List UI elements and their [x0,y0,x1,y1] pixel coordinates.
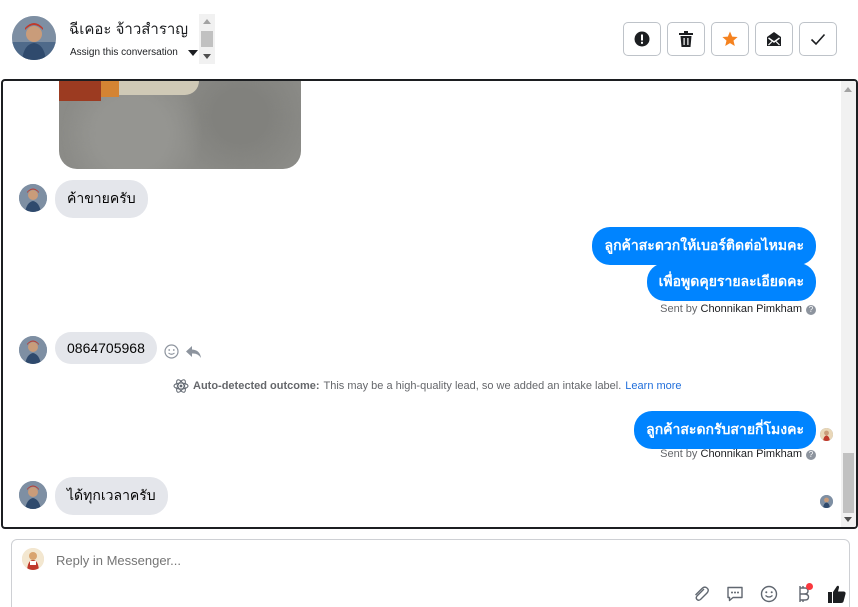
like-icon [828,585,846,603]
conversation-header: ฉีเคอะ จ้าวสำราญ Assign this conversatio… [0,0,858,78]
seen-receipt-avatar [820,495,833,508]
sent-by-agent: Chonnikan Pimkham [700,303,803,315]
sent-by-label: Sent by Chonnikan Pimkham? [660,303,816,315]
scroll-thumb[interactable] [843,453,854,513]
help-icon[interactable]: ? [806,305,816,315]
avatar-image [19,184,47,212]
sent-by-prefix: Sent by [660,303,698,315]
avatar-image [19,336,47,364]
avatar-image [820,495,833,508]
outcome-text: This may be a high-quality lead, so we a… [323,380,622,392]
mark-done-button[interactable] [799,22,837,56]
atom-icon [173,379,189,393]
payment-button[interactable] [792,583,814,605]
scroll-up-arrow-icon[interactable] [844,87,852,92]
avatar-image [22,548,44,570]
avatar-image [19,481,47,509]
star-icon [722,31,738,46]
contact-name[interactable]: ฉีเคอะ จ้าวสำราญ [69,17,188,41]
sent-by-prefix: Sent by [660,448,698,460]
thread-scrollbar[interactable] [841,81,856,527]
photo-detail [101,81,119,97]
composer-tools [690,583,848,605]
scroll-up-arrow-icon[interactable] [203,19,211,24]
message-bubble-outgoing[interactable]: ลูกค้าสะดกรับสายกี่โมงคะ [634,411,816,449]
delete-button[interactable] [667,22,705,56]
contact-avatar[interactable] [12,16,56,60]
emoji-icon [760,585,778,603]
saved-reply-button[interactable] [724,583,746,605]
emoji-button[interactable] [758,583,780,605]
notification-dot [806,583,813,590]
avatar-image [820,428,833,441]
scroll-thumb[interactable] [201,31,213,47]
help-icon[interactable]: ? [806,450,816,460]
outcome-label: Auto-detected outcome: [193,380,320,392]
attachment-button[interactable] [690,583,712,605]
photo-detail [119,81,199,95]
saved-reply-icon [727,586,743,602]
react-emoji-icon[interactable] [164,344,179,359]
like-button[interactable] [826,583,848,605]
sender-avatar[interactable] [19,336,47,364]
scroll-down-arrow-icon[interactable] [203,54,211,59]
message-bubble-outgoing[interactable]: ลูกค้าสะดวกให้เบอร์ติดต่อไหมคะ [592,227,816,265]
shared-photo[interactable] [59,81,301,169]
header-scrollbar[interactable] [199,14,215,64]
sender-avatar[interactable] [19,481,47,509]
auto-detected-outcome-notice: Auto-detected outcome: This may be a hig… [173,378,682,394]
mark-spam-button[interactable] [623,22,661,56]
message-hover-actions [164,344,202,359]
mark-unread-button[interactable] [755,22,793,56]
conversation-thread[interactable]: ค้าขายครับ ลูกค้าสะดวกให้เบอร์ติดต่อไหมค… [1,79,858,529]
message-bubble-incoming[interactable]: ได้ทุกเวลาครับ [55,477,168,515]
caret-down-icon [187,49,198,56]
reply-arrow-icon[interactable] [185,345,202,359]
contact-avatar-image [12,16,56,60]
assign-label: Assign this conversation [70,47,178,58]
scroll-down-arrow-icon[interactable] [844,517,852,522]
reply-input[interactable] [56,553,656,568]
sent-by-label: Sent by Chonnikan Pimkham? [660,448,816,460]
envelope-icon [767,32,781,46]
assign-conversation-dropdown[interactable]: Assign this conversation [70,47,198,58]
learn-more-link[interactable]: Learn more [625,380,681,392]
sender-avatar[interactable] [19,184,47,212]
conversation-actions [623,22,837,56]
sent-by-agent: Chonnikan Pimkham [700,448,803,460]
page-avatar [22,548,44,570]
message-bubble-outgoing[interactable]: เพื่อพูดคุยรายละเอียดคะ [646,263,816,301]
message-bubble-incoming[interactable]: ค้าขายครับ [55,180,148,218]
photo-detail [59,81,101,101]
attachment-icon [695,586,709,601]
trash-icon [679,31,693,47]
star-button[interactable] [711,22,749,56]
read-receipt-avatar [820,428,833,441]
check-icon [810,33,826,46]
message-bubble-incoming[interactable]: 0864705968 [55,332,157,364]
alert-icon [634,31,650,47]
reply-composer [11,539,850,607]
